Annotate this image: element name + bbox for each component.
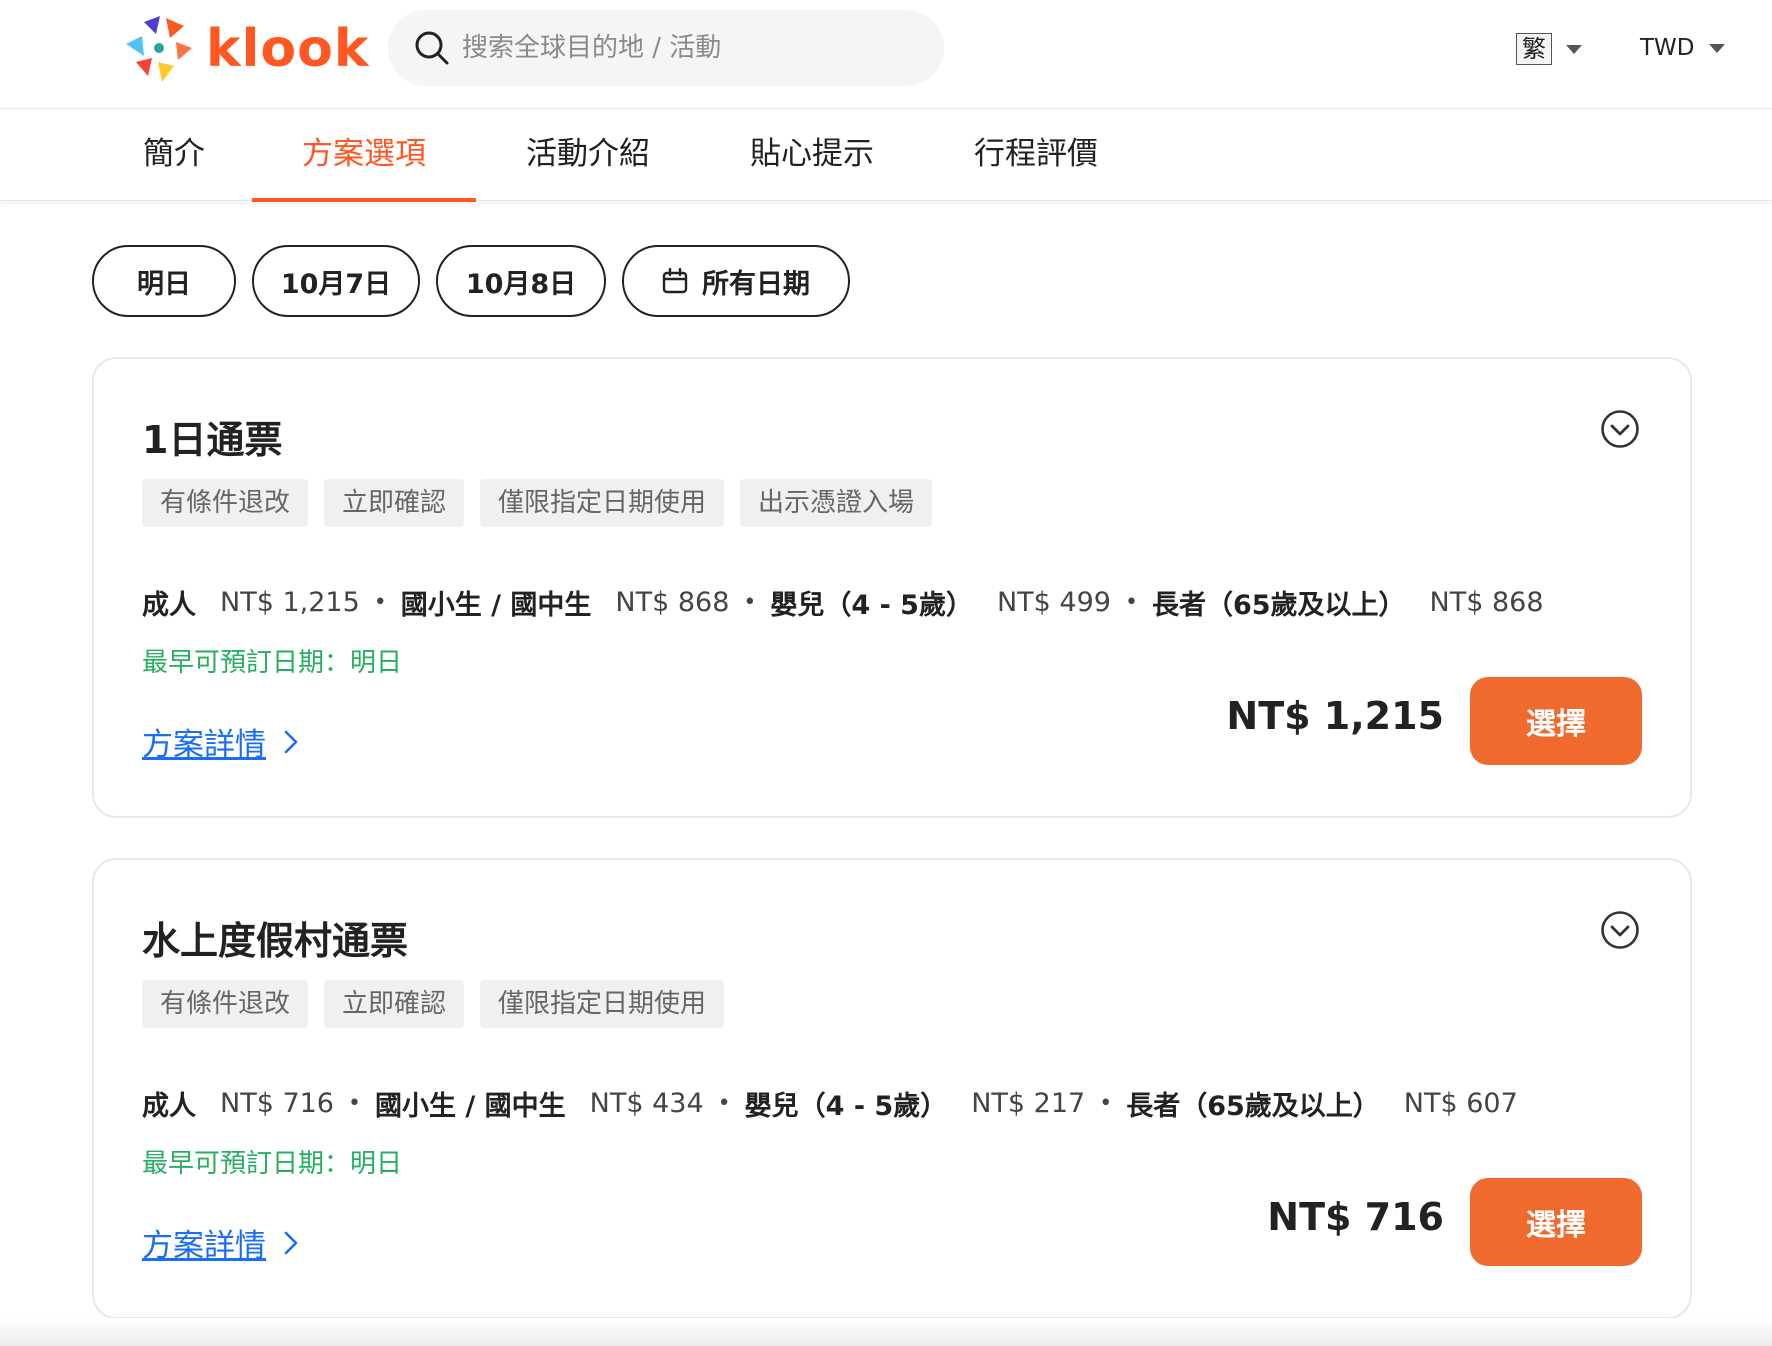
- ticket-type-infant: 嬰兒（4 - 5歲）: [744, 1091, 948, 1122]
- ticket-price-adult: NT$ 716: [220, 1088, 334, 1119]
- date-chip-label: 明日: [137, 268, 191, 300]
- bottom-edge-shadow: [0, 1318, 1772, 1346]
- date-chip-oct7[interactable]: 10月7日: [252, 245, 420, 317]
- earliest-booking-date: 最早可預訂日期：明日: [142, 648, 403, 678]
- package-details-link[interactable]: 方案詳情: [142, 1220, 298, 1265]
- tab-activity-intro[interactable]: 活動介紹: [518, 109, 658, 201]
- package-card: 水上度假村通票 有條件退改 立即確認 僅限指定日期使用 成人 NT$ 716 •…: [92, 858, 1692, 1319]
- currency-selector[interactable]: TWD: [1640, 33, 1725, 63]
- ticket-price-adult: NT$ 1,215: [220, 587, 360, 618]
- language-selector[interactable]: 繁: [1516, 33, 1582, 65]
- section-tabs: 簡介 方案選項 活動介紹 貼心提示 行程評價: [0, 109, 1772, 202]
- ticket-price-senior: NT$ 607: [1403, 1088, 1518, 1119]
- ticket-price-infant: NT$ 499: [996, 587, 1111, 618]
- chevron-down-icon: [1566, 44, 1582, 54]
- select-button[interactable]: 選擇: [1470, 1178, 1642, 1266]
- package-details-label: 方案詳情: [142, 1228, 266, 1264]
- ticket-type-adult: 成人: [142, 1091, 196, 1122]
- separator-dot: •: [348, 1091, 361, 1116]
- chevron-down-icon: [1708, 43, 1725, 53]
- package-tags: 有條件退改 立即確認 僅限指定日期使用 出示憑證入場: [142, 479, 948, 527]
- ticket-type-senior: 長者（65歲及以上）: [1126, 1091, 1380, 1122]
- currency-label: TWD: [1640, 35, 1695, 61]
- tab-overview[interactable]: 簡介: [128, 109, 220, 201]
- tag-fixed-date: 僅限指定日期使用: [480, 479, 725, 527]
- separator-dot: •: [1124, 590, 1138, 615]
- separator-dot: •: [373, 590, 387, 615]
- earliest-booking-date: 最早可預訂日期：明日: [142, 1149, 403, 1179]
- tab-package-options[interactable]: 方案選項: [252, 109, 476, 202]
- package-title: 水上度假村通票: [142, 919, 409, 963]
- separator-dot: •: [717, 1091, 731, 1116]
- price-breakdown: 成人 NT$ 716 • 國小生 / 國中生 NT$ 434 • 嬰兒（4 - …: [142, 1084, 1518, 1123]
- tag-refund-policy: 有條件退改: [142, 479, 309, 527]
- ticket-type-adult: 成人: [142, 590, 196, 621]
- ticket-type-student: 國小生 / 國中生: [400, 590, 592, 621]
- tag-refund-policy: 有條件退改: [142, 980, 309, 1028]
- tag-instant-confirm: 立即確認: [324, 980, 465, 1028]
- chevron-down-circle-icon[interactable]: [1600, 910, 1640, 950]
- tab-reviews[interactable]: 行程評價: [966, 109, 1106, 201]
- logo-text: klook: [206, 19, 370, 79]
- package-details-label: 方案詳情: [142, 727, 266, 763]
- date-chip-label: 10月8日: [465, 268, 577, 300]
- language-label: 繁: [1516, 33, 1552, 65]
- package-tags: 有條件退改 立即確認 僅限指定日期使用: [142, 980, 740, 1028]
- date-chip-label: 所有日期: [702, 268, 810, 300]
- select-button[interactable]: 選擇: [1470, 677, 1642, 765]
- klook-logo-icon: [126, 16, 192, 82]
- separator-dot: •: [1099, 1091, 1113, 1116]
- ticket-price-student: NT$ 868: [615, 587, 730, 618]
- date-chip-oct8[interactable]: 10月8日: [436, 245, 606, 317]
- tag-show-voucher: 出示憑證入場: [740, 479, 933, 527]
- chevron-right-icon: [284, 730, 298, 753]
- search-bar[interactable]: [388, 10, 944, 86]
- date-chip-label: 10月7日: [280, 268, 392, 300]
- package-title: 1日通票: [142, 418, 283, 462]
- package-total-price: NT$ 716: [1267, 1195, 1444, 1239]
- tag-fixed-date: 僅限指定日期使用: [480, 980, 725, 1028]
- tag-instant-confirm: 立即確認: [324, 479, 465, 527]
- date-chip-all-dates[interactable]: 所有日期: [622, 245, 850, 317]
- ticket-price-student: NT$ 434: [589, 1088, 704, 1119]
- search-input[interactable]: [462, 33, 902, 63]
- package-card: 1日通票 有條件退改 立即確認 僅限指定日期使用 出示憑證入場 成人 NT$ 1…: [92, 357, 1692, 818]
- ticket-type-infant: 嬰兒（4 - 5歲）: [770, 590, 973, 621]
- calendar-icon: [662, 268, 688, 294]
- ticket-price-senior: NT$ 868: [1429, 587, 1544, 618]
- separator-dot: •: [743, 590, 757, 615]
- ticket-price-infant: NT$ 217: [971, 1088, 1086, 1119]
- chevron-right-icon: [284, 1231, 298, 1254]
- package-details-link[interactable]: 方案詳情: [142, 719, 298, 764]
- top-header: klook 繁 TWD: [0, 0, 1772, 109]
- ticket-type-student: 國小生 / 國中生: [374, 1091, 566, 1122]
- tab-tips[interactable]: 貼心提示: [742, 109, 882, 201]
- date-chip-tomorrow[interactable]: 明日: [92, 245, 236, 317]
- chevron-down-circle-icon[interactable]: [1600, 409, 1640, 449]
- price-breakdown: 成人 NT$ 1,215 • 國小生 / 國中生 NT$ 868 • 嬰兒（4 …: [142, 583, 1544, 622]
- ticket-type-senior: 長者（65歲及以上）: [1151, 590, 1406, 621]
- search-icon: [415, 31, 449, 65]
- klook-logo[interactable]: klook: [122, 14, 369, 84]
- package-total-price: NT$ 1,215: [1226, 694, 1444, 738]
